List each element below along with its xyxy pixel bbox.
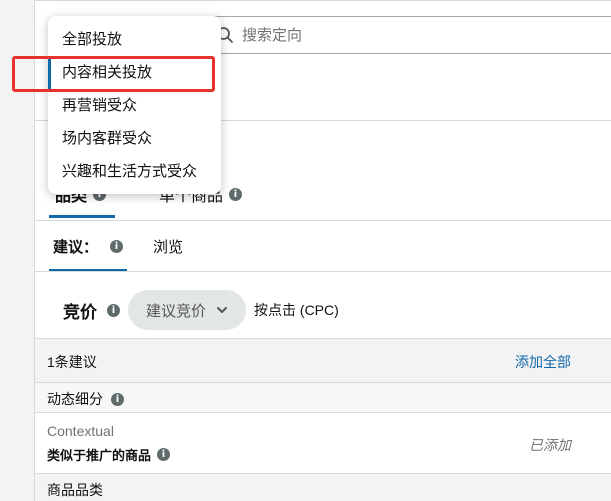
divider: [35, 0, 611, 1]
info-icon[interactable]: i: [107, 303, 120, 317]
product-category-header: 商品品类: [35, 473, 611, 501]
search-box[interactable]: [205, 16, 611, 54]
bid-type: 按点击 (CPC): [254, 302, 339, 318]
dynamic-segments-title-wrap: 动态细分 i: [47, 389, 124, 409]
suggestion-subtabs: 建议： i 浏览: [35, 222, 611, 272]
bid-label: 竞价: [63, 302, 97, 322]
subtab-suggested-label: 建议：: [53, 239, 99, 256]
bid-row: 竞价 i 建议竞价 按点击 (CPC): [35, 282, 611, 338]
subtab-browse[interactable]: 浏览: [153, 236, 183, 257]
product-category-title: 商品品类: [47, 482, 103, 498]
targeting-name: 类似于推广的商品: [47, 448, 152, 463]
divider: [35, 271, 611, 272]
menu-item-all-targeting[interactable]: 全部投放: [48, 24, 221, 56]
active-tab-indicator: [49, 215, 115, 218]
suggestion-count: 1条建议: [47, 354, 97, 370]
info-icon[interactable]: i: [229, 187, 243, 201]
bid-strategy-value: 建议竞价: [146, 302, 207, 320]
add-all-link[interactable]: 添加全部: [515, 352, 571, 372]
targeting-type-menu: 全部投放 内容相关投放 再营销受众 场内客群受众 兴趣和生活方式受众: [48, 16, 221, 194]
info-icon[interactable]: i: [111, 392, 124, 406]
divider: [35, 220, 611, 221]
targeting-type: Contextual: [47, 423, 114, 439]
subtab-suggested[interactable]: 建议： i: [53, 236, 124, 257]
info-icon[interactable]: i: [157, 448, 171, 461]
added-status: 已添加: [529, 437, 571, 453]
menu-item-interest-lifestyle-audiences[interactable]: 兴趣和生活方式受众: [48, 156, 221, 188]
menu-item-remarketing-audiences[interactable]: 再营销受众: [48, 90, 221, 122]
left-gutter: [0, 0, 35, 501]
menu-item-in-market-audiences[interactable]: 场内客群受众: [48, 123, 221, 155]
menu-item-contextual-targeting[interactable]: 内容相关投放: [48, 57, 221, 89]
bid-strategy-dropdown[interactable]: 建议竞价: [128, 290, 247, 330]
search-input[interactable]: [242, 26, 602, 44]
info-icon[interactable]: i: [110, 240, 124, 253]
list-item: Contextual 类似于推广的商品 i 已添加: [35, 413, 611, 473]
targeting-name-wrap: 类似于推广的商品 i: [47, 445, 171, 464]
dynamic-segments-header: 动态细分 i: [35, 383, 611, 413]
dynamic-segments-title: 动态细分: [47, 391, 103, 407]
suggestions-header: 1条建议 添加全部: [35, 338, 611, 383]
chevron-down-icon: [217, 307, 228, 313]
